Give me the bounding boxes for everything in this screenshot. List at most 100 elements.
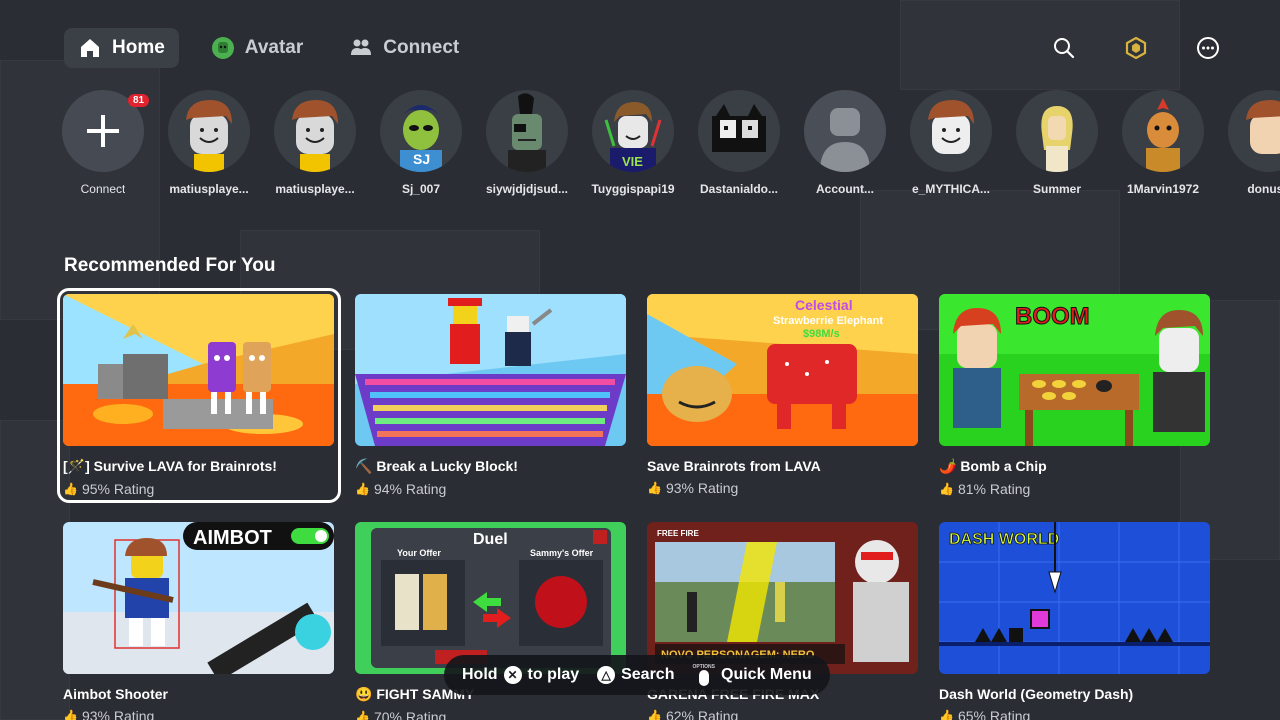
robux-icon[interactable]	[1124, 36, 1148, 60]
game-thumbnail: FREE FIRE NOVO PERSONAGEM: NERO	[647, 522, 918, 674]
friend-name: Sj_007	[401, 182, 441, 196]
game-rating: 👍 95% Rating	[63, 481, 335, 497]
thumbs-up-icon: 👍	[355, 710, 370, 720]
thumbs-up-icon: 👍	[939, 482, 954, 496]
tab-avatar[interactable]: Avatar	[197, 28, 317, 68]
game-rating: 👍 70% Rating	[355, 709, 627, 720]
game-rating: 👍 65% Rating	[939, 708, 1211, 720]
avatar	[698, 90, 780, 172]
game-title: Save Brainrots from LAVA	[647, 458, 821, 474]
tab-connect-label: Connect	[383, 37, 460, 58]
game-thumbnail	[63, 294, 334, 446]
rating-text: 94% Rating	[373, 481, 447, 497]
thumbs-up-icon: 👍	[63, 482, 78, 496]
avatar: SJ	[380, 90, 462, 172]
tab-home[interactable]: Home	[64, 28, 179, 68]
thumb-boom: BOOM	[1015, 303, 1090, 330]
game-title: Dash World (Geometry Dash)	[939, 686, 1134, 702]
game-title: ⛏️ Break a Lucky Block!	[355, 458, 518, 474]
home-icon	[81, 39, 99, 57]
tab-avatar-label: Avatar	[244, 37, 304, 58]
friend-name: Account...	[815, 182, 874, 196]
to-play-label: to play	[527, 666, 580, 683]
tab-connect[interactable]: Connect	[335, 28, 473, 68]
thumb-price: $98M/s	[803, 328, 840, 340]
more-icon[interactable]	[1196, 36, 1220, 60]
friend-item[interactable]: Dastanialdo...	[698, 90, 780, 196]
friend-name: e_MYTHICA...	[911, 182, 990, 196]
avatar-icon	[211, 37, 234, 59]
thumbs-up-icon: 👍	[939, 709, 954, 720]
rating-text: 81% Rating	[957, 481, 1031, 497]
thumb-freefire: FREE FIRE	[657, 529, 699, 538]
quick-menu-hint: OPTIONS Quick Menu	[692, 664, 812, 686]
game-thumbnail: DASH WORLD	[939, 522, 1210, 674]
game-thumbnail: Celestial Strawberrie Elephant $98M/s	[647, 294, 918, 446]
top-nav: Home Avatar Connect	[64, 28, 491, 68]
friend-name: donusfi	[1247, 182, 1280, 196]
friend-item[interactable]: VIE Tuyggispapi19	[591, 90, 675, 196]
game-card[interactable]: [🪄] Survive LAVA for Brainrots! 👍 95% Ra…	[57, 288, 341, 503]
friend-item[interactable]: siywjdjdjsud...	[486, 90, 568, 196]
friend-item[interactable]: Summer	[1016, 90, 1098, 196]
tab-home-label: Home	[112, 37, 165, 58]
friend-item[interactable]: e_MYTHICA...	[910, 90, 992, 196]
friend-name: siywjdjdjsud...	[486, 182, 569, 196]
search-icon[interactable]	[1052, 36, 1076, 60]
triangle-button-icon: △	[597, 666, 616, 684]
avatar	[486, 90, 568, 172]
section-title: Recommended For You	[64, 255, 276, 276]
game-card[interactable]: ⛏️ Break a Lucky Block! 👍 94% Rating	[355, 294, 627, 497]
rating-text: 93% Rating	[665, 480, 739, 496]
notification-badge: 81	[128, 94, 150, 107]
friends-row: 81 Connect matiusplaye... matiusplaye...…	[62, 90, 1280, 196]
connect-label: Connect	[80, 182, 126, 196]
svg-text:VIE: VIE	[622, 154, 643, 169]
avatar	[274, 90, 356, 172]
game-rating: 👍 94% Rating	[355, 481, 627, 497]
people-icon	[351, 39, 372, 55]
thumb-strawberrie: Strawberrie Elephant	[773, 315, 883, 327]
friend-name: matiusplaye...	[169, 182, 249, 196]
search-hint-label: Search	[621, 666, 675, 683]
friend-name: Dastanialdo...	[699, 182, 779, 196]
friend-item[interactable]: Account...	[804, 90, 886, 196]
thumbs-up-icon: 👍	[63, 709, 78, 720]
options-button-icon: OPTIONS	[692, 664, 715, 686]
rating-text: 65% Rating	[957, 708, 1031, 720]
avatar	[1016, 90, 1098, 172]
friend-item[interactable]: matiusplaye...	[168, 90, 250, 196]
rating-text: 70% Rating	[373, 709, 447, 720]
game-card[interactable]: AIMBOT Aimbot Shooter 👍 93% Rating	[63, 522, 335, 720]
controller-hints-bar: Hold ✕ to play △ Search OPTIONS Quick Me…	[444, 655, 830, 695]
game-thumbnail: AIMBOT	[63, 522, 334, 674]
quick-menu-label: Quick Menu	[721, 666, 812, 683]
thumb-your-offer: Your Offer	[397, 548, 441, 558]
avatar	[168, 90, 250, 172]
avatar-placeholder	[804, 90, 886, 172]
game-title: [🪄] Survive LAVA for Brainrots!	[63, 458, 277, 474]
friend-item[interactable]: matiusplaye...	[274, 90, 356, 196]
thumbs-up-icon: 👍	[647, 481, 662, 495]
avatar	[1122, 90, 1204, 172]
friend-name: Tuyggispapi19	[591, 182, 675, 196]
friend-item[interactable]: 1Marvin1972	[1122, 90, 1204, 196]
game-card[interactable]: Celestial Strawberrie Elephant $98M/s Sa…	[647, 294, 919, 496]
connect-friend-button[interactable]: 81 Connect	[62, 90, 150, 196]
game-card[interactable]: BOOM 🌶️ Bomb a Chip 👍 81% Rating	[939, 294, 1211, 497]
thumb-aimbot: AIMBOT	[193, 527, 272, 549]
game-title: 🌶️ Bomb a Chip	[939, 458, 1047, 474]
thumbs-up-icon: 👍	[647, 709, 662, 720]
thumb-duel: Duel	[473, 531, 508, 548]
game-rating: 👍 81% Rating	[939, 481, 1211, 497]
svg-text:SJ: SJ	[413, 151, 430, 167]
avatar	[910, 90, 992, 172]
friend-item[interactable]: SJ Sj_007	[380, 90, 462, 196]
search-hint: △ Search	[597, 666, 674, 684]
hold-label: Hold	[462, 666, 498, 683]
friend-item[interactable]: donusfi	[1228, 90, 1280, 196]
cross-button-icon: ✕	[503, 666, 522, 684]
game-card[interactable]: DASH WORLD Dash World (Geometry Dash) 👍 …	[939, 522, 1211, 720]
game-rating: 👍 93% Rating	[647, 480, 919, 496]
game-thumbnail: Duel Your Offer Sammy's Offer	[355, 522, 626, 674]
